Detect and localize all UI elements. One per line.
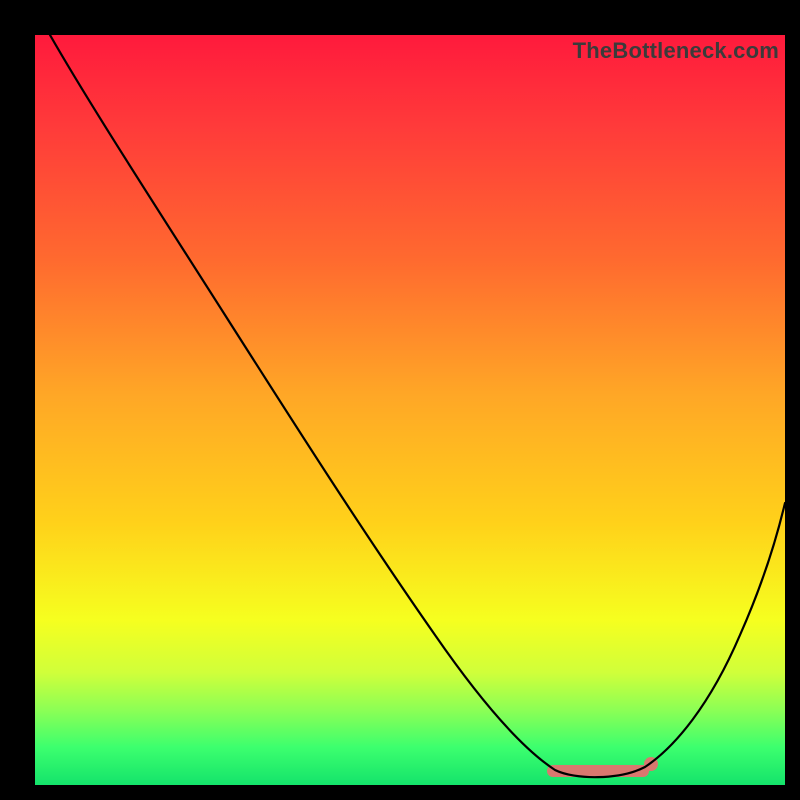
chart-frame: TheBottleneck.com: [10, 10, 790, 790]
plot-area: TheBottleneck.com: [35, 35, 785, 785]
bottleneck-curve-svg: [35, 35, 785, 785]
bottleneck-curve: [50, 35, 785, 777]
